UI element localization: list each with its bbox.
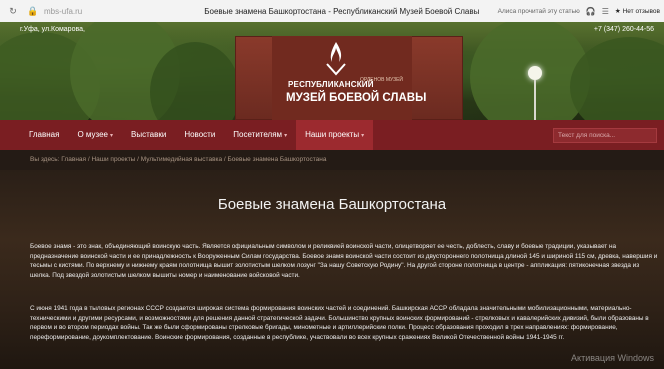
browser-toolbar: ↻ 🔒 mbs-ufa.ru Боевые знамена Башкортост… xyxy=(0,0,664,23)
article-paragraph-2: С июня 1941 года в тыловых регионах СССР… xyxy=(30,305,649,341)
street-lamp-image xyxy=(528,66,542,80)
flame-logo-icon xyxy=(326,42,346,76)
menu-item-about[interactable]: О музее ▾ xyxy=(68,120,122,150)
main-menu: Главная О музее ▾ Выставки Новости Посети… xyxy=(0,120,664,150)
article-section: Боевые знамена Башкортостана Боевое знам… xyxy=(0,170,664,369)
menu-item-news[interactable]: Новости xyxy=(175,120,224,150)
reader-button[interactable]: Алиса прочитай эту статью xyxy=(498,8,580,15)
museum-brand-subtitle: ОРДЕНОВ МУЗЕЙ xyxy=(360,77,404,83)
breadcrumb: Вы здесь: Главная / Наши проекты / Мульт… xyxy=(0,150,664,170)
phone-text[interactable]: +7 (347) 260-44-56 xyxy=(594,26,654,33)
article-title: Боевые знамена Башкортостана xyxy=(217,196,447,213)
article-paragraph-1: Боевое знамя - это знак, объединяющий во… xyxy=(30,243,658,279)
chevron-down-icon: ▾ xyxy=(109,133,113,139)
chevron-down-icon: ▾ xyxy=(284,133,288,139)
reload-icon[interactable]: ↻ xyxy=(6,6,20,17)
header-banner: РЕСПУБЛИКАНСКИЙ ОРДЕНОВ МУЗЕЙ МУЗЕЙ БОЕВ… xyxy=(0,22,664,120)
menu-item-projects[interactable]: Наши проекты ▾ xyxy=(296,120,374,150)
windows-activation-watermark: Активация Windows xyxy=(571,353,654,363)
favorites-button[interactable]: ★ Нет отзывов xyxy=(615,7,660,15)
menu-icon[interactable]: ☰ xyxy=(602,7,609,16)
chevron-down-icon: ▾ xyxy=(361,133,365,139)
museum-brand-line2[interactable]: МУЗЕЙ БОЕВОЙ СЛАВЫ xyxy=(286,92,426,104)
reader-icon[interactable]: 🎧 xyxy=(586,7,596,16)
page-title-tab: Боевые знамена Башкортостана - Республик… xyxy=(204,6,480,16)
address-text: г.Уфа, ул.Комарова, xyxy=(20,26,85,33)
lock-icon: 🔒 xyxy=(27,5,39,16)
menu-item-exhibitions[interactable]: Выставки xyxy=(122,120,175,150)
menu-item-home[interactable]: Главная xyxy=(20,120,68,150)
menu-item-visitors[interactable]: Посетителям ▾ xyxy=(224,120,296,150)
search-input[interactable]: Текст для поиска... xyxy=(553,128,657,143)
address-bar[interactable]: mbs-ufa.ru xyxy=(44,7,194,16)
